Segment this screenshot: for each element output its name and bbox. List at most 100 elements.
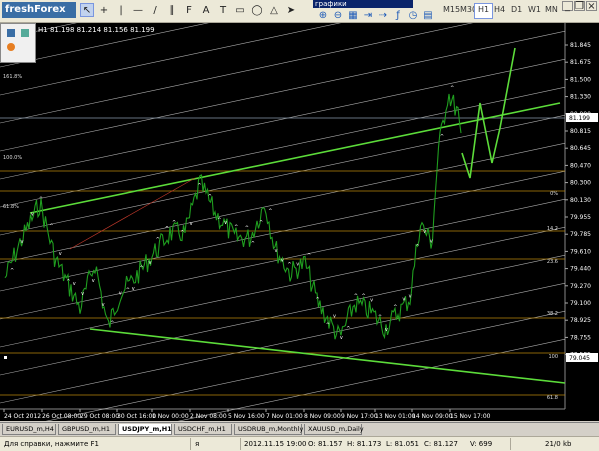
price-tick: 81.675 bbox=[570, 59, 591, 66]
fractal-marker: ^ bbox=[287, 262, 291, 268]
fractal-marker: ^ bbox=[49, 223, 53, 229]
help-hint: Для справки, нажмите F1 bbox=[4, 440, 99, 448]
time-tick: 7 Nov 01:00 bbox=[266, 413, 303, 420]
time-tick: 2 Nov 08:00 bbox=[190, 413, 227, 420]
grid-icon[interactable]: ▦ bbox=[346, 8, 360, 22]
market-watch-icon bbox=[7, 43, 15, 51]
fractal-marker: ^ bbox=[251, 241, 255, 247]
tab-xauusd-m-daily[interactable]: XAUUSD_m,Daily bbox=[304, 424, 364, 435]
arrow-icon[interactable]: ➤ bbox=[284, 3, 298, 17]
price-tick: 80.645 bbox=[570, 145, 591, 152]
bar-volume: V: 699 bbox=[470, 440, 493, 448]
tab-eurusd-m-h4[interactable]: EURUSD_m,H4 bbox=[2, 424, 56, 435]
fractal-marker: ^ bbox=[450, 85, 454, 91]
vertical-line-icon[interactable]: | bbox=[114, 3, 128, 17]
time-tick: 26 Oct 08:00 bbox=[42, 413, 81, 420]
template-icon[interactable]: ▤ bbox=[421, 8, 435, 22]
fractal-marker: ^ bbox=[393, 305, 397, 311]
price-tick: 81.845 bbox=[570, 42, 591, 49]
indicator-icon[interactable]: ƒ bbox=[391, 8, 405, 22]
upper-trendline[interactable] bbox=[29, 102, 561, 214]
timeframe-mn[interactable]: MN bbox=[542, 3, 561, 17]
fractal-marker: ^ bbox=[156, 237, 160, 243]
fractal-marker: ^ bbox=[197, 183, 201, 189]
fractal-marker: ^ bbox=[361, 293, 365, 299]
red-trendline[interactable] bbox=[69, 177, 196, 250]
fractal-marker: ^ bbox=[268, 208, 272, 214]
autoscroll-icon[interactable]: ⇢ bbox=[376, 8, 390, 22]
fractal-marker: v bbox=[430, 239, 433, 245]
fractal-marker: ^ bbox=[234, 224, 238, 230]
anchor-dot bbox=[4, 356, 7, 359]
fibo-icon[interactable]: F bbox=[182, 3, 196, 17]
fractal-marker: ^ bbox=[326, 323, 330, 329]
fractal-marker: ^ bbox=[378, 314, 382, 320]
channel-icon[interactable]: ∥ bbox=[165, 3, 179, 17]
fractal-marker: v bbox=[224, 220, 227, 226]
broker-logo: freshForex bbox=[2, 2, 76, 18]
tab-gbpusd-m-h1[interactable]: GBPUSD_m,H1 bbox=[58, 424, 116, 435]
price-tick: 79.610 bbox=[570, 248, 591, 255]
triangle-icon[interactable]: △ bbox=[267, 3, 281, 17]
close-icon[interactable]: × bbox=[586, 1, 597, 12]
price-chart[interactable]: 81.84581.67581.50081.33080.99080.81580.6… bbox=[0, 23, 599, 421]
price-tick: 78.925 bbox=[570, 317, 591, 324]
fractal-marker: v bbox=[409, 293, 412, 299]
zoom-out-icon[interactable]: ⊖ bbox=[331, 8, 345, 22]
time-tick: 13 Nov 01:00 bbox=[375, 413, 416, 420]
channel-line[interactable] bbox=[0, 310, 566, 421]
fractal-marker: ^ bbox=[440, 134, 444, 140]
price-tick: 80.300 bbox=[570, 180, 591, 187]
cursor-icon[interactable]: ↖ bbox=[80, 3, 94, 17]
time-tick: 8 Nov 09:00 bbox=[304, 413, 341, 420]
price-tick: 78.755 bbox=[570, 334, 591, 341]
fractal-marker: v bbox=[340, 335, 343, 341]
navigator-icons bbox=[7, 29, 29, 51]
timeframe-h4[interactable]: H4 bbox=[491, 3, 508, 17]
text-icon[interactable]: A bbox=[199, 3, 213, 17]
fractal-marker: v bbox=[281, 258, 284, 264]
price-tick: 79.100 bbox=[570, 300, 591, 307]
fractal-marker: ^ bbox=[10, 268, 14, 274]
fibo-label: 23.6 bbox=[547, 259, 558, 265]
horizontal-line-icon[interactable]: — bbox=[131, 3, 145, 17]
restore-icon[interactable]: ❐ bbox=[574, 1, 585, 12]
minimize-icon[interactable]: _ bbox=[562, 1, 573, 12]
zoom-in-icon[interactable]: ⊕ bbox=[316, 8, 330, 22]
rectangle-icon[interactable]: ▭ bbox=[233, 3, 247, 17]
chart-area[interactable]: 81.84581.67581.50081.33080.99080.81580.6… bbox=[0, 23, 599, 421]
forecast-path[interactable] bbox=[461, 47, 516, 179]
fractal-marker: v bbox=[333, 314, 336, 320]
fractal-marker: v bbox=[275, 248, 278, 254]
crosshair-icon[interactable]: + bbox=[97, 3, 111, 17]
tab-usdjpy-m-h1[interactable]: USDJPY_m,H1 bbox=[118, 424, 172, 435]
fractal-marker: v bbox=[402, 296, 405, 302]
label-icon[interactable]: T bbox=[216, 3, 230, 17]
time-tick: 24 Oct 2012 bbox=[4, 413, 41, 420]
fractal-marker: v bbox=[132, 286, 135, 292]
price-tick: 79.955 bbox=[570, 214, 591, 221]
fractal-marker: v bbox=[81, 291, 84, 297]
fractal-marker: ^ bbox=[245, 225, 249, 231]
chart-shift-icon[interactable]: ⇥ bbox=[361, 8, 375, 22]
ellipse-icon[interactable]: ◯ bbox=[250, 3, 264, 17]
trendline-icon[interactable]: / bbox=[148, 3, 162, 17]
period-icon[interactable]: ◷ bbox=[406, 8, 420, 22]
lower-trendline[interactable] bbox=[89, 328, 566, 384]
fibo-label: 61.8% bbox=[3, 204, 19, 210]
tab-usdchf-m-h1[interactable]: USDCHF_m,H1 bbox=[174, 424, 232, 435]
time-tick: 5 Nov 16:00 bbox=[228, 413, 265, 420]
chart-tabs: EURUSD_m,H4 GBPUSD_m,H1 USDJPY_m,H1 USDCHF_… bbox=[0, 422, 599, 436]
price-tick: 80.470 bbox=[570, 162, 591, 169]
tab-usdrub-m-monthly[interactable]: USDRUB_m,Monthly bbox=[234, 424, 303, 435]
fractal-marker: v bbox=[20, 239, 23, 245]
fibo-label: 14.2 bbox=[547, 226, 558, 232]
time-tick: 15 Nov 17:00 bbox=[450, 413, 491, 420]
timeframe-d1[interactable]: D1 bbox=[508, 3, 525, 17]
fractal-marker: ^ bbox=[259, 220, 263, 226]
price-tick: 81.330 bbox=[570, 94, 591, 101]
fractal-marker: v bbox=[148, 260, 151, 266]
price-tick: 79.440 bbox=[570, 266, 591, 273]
fibo-label: 0% bbox=[550, 191, 558, 197]
navigator-panel[interactable] bbox=[0, 23, 36, 63]
